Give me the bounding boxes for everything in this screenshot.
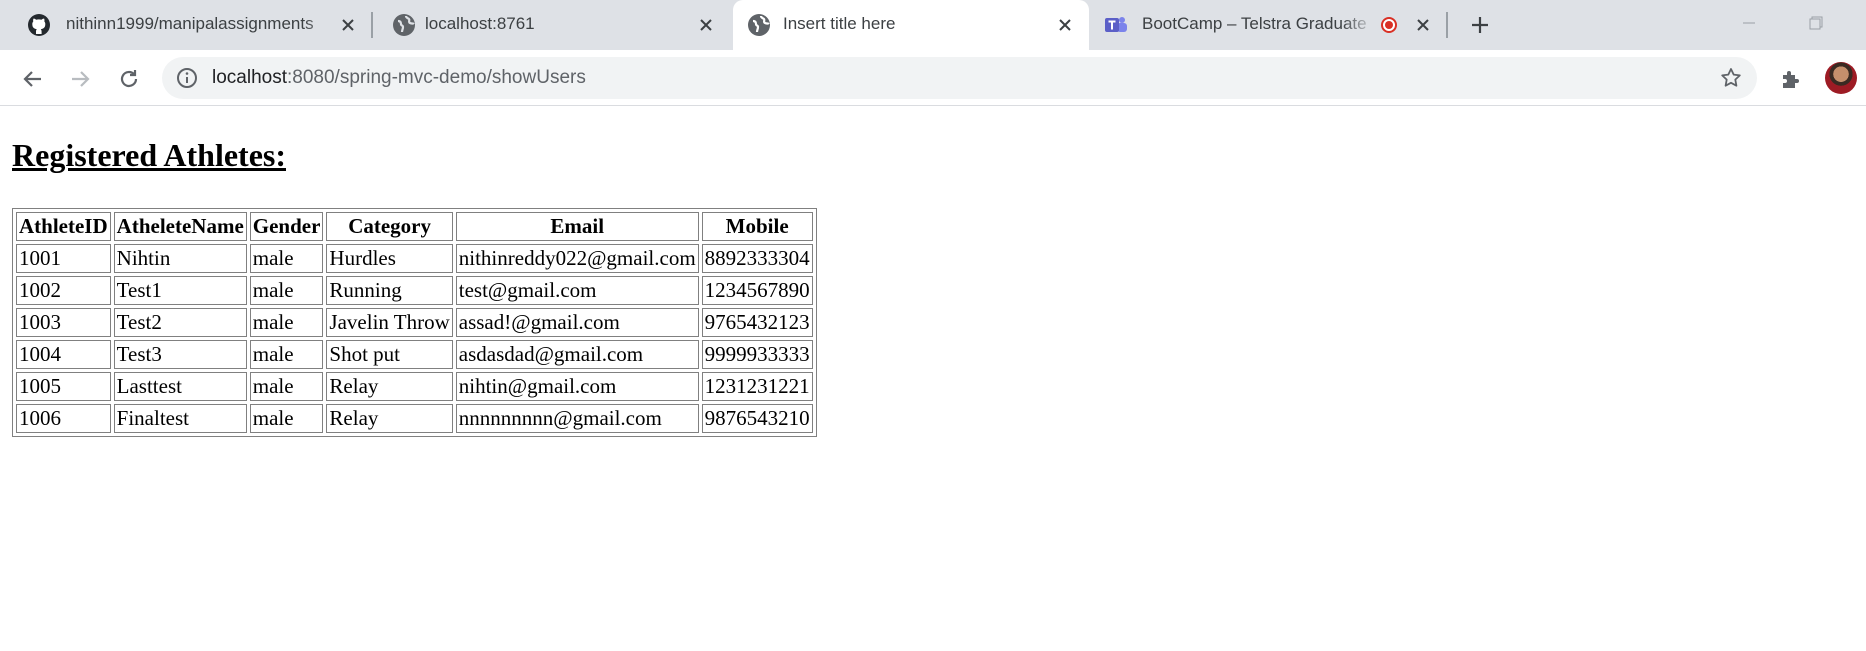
- tab-title: nithinn1999/manipalassignments: [66, 14, 314, 33]
- page-title: Registered Athletes:: [12, 137, 286, 173]
- close-tab-icon[interactable]: [1055, 15, 1075, 35]
- cell-athlete-id: 1005: [16, 372, 111, 401]
- cell-email: test@gmail.com: [455, 276, 699, 305]
- url-text[interactable]: localhost:8080/spring-mvc-demo/showUsers: [212, 67, 586, 89]
- address-bar[interactable]: localhost:8080/spring-mvc-demo/showUsers: [162, 57, 1757, 99]
- cell-athlete-id: 1001: [16, 244, 111, 273]
- back-arrow-icon[interactable]: [16, 62, 50, 96]
- globe-icon: [748, 14, 770, 36]
- cell-athlete-name: Nihtin: [113, 244, 247, 273]
- github-icon: [28, 14, 50, 36]
- cell-athlete-name: Finaltest: [113, 404, 247, 433]
- cell-email: asdasdad@gmail.com: [455, 340, 699, 369]
- cell-mobile: 8892333304: [701, 244, 813, 273]
- tab-localhost-8761[interactable]: localhost:8761: [374, 0, 728, 50]
- globe-icon: [393, 14, 415, 36]
- info-icon[interactable]: [176, 67, 198, 89]
- forward-arrow-icon[interactable]: [63, 62, 97, 96]
- cell-gender: male: [249, 244, 324, 273]
- cell-athlete-name: Test1: [113, 276, 247, 305]
- cell-mobile: 9765432123: [701, 308, 813, 337]
- cell-email: assad!@gmail.com: [455, 308, 699, 337]
- cell-athlete-id: 1006: [16, 404, 111, 433]
- athletes-table: AthleteID AtheleteName Gender Category E…: [12, 208, 817, 437]
- column-header: Gender: [249, 212, 324, 241]
- tab-title-fade: [304, 10, 338, 38]
- close-tab-icon[interactable]: [1413, 15, 1433, 35]
- restore-icon[interactable]: [1796, 8, 1836, 38]
- cell-mobile: 1234567890: [701, 276, 813, 305]
- cell-gender: male: [249, 404, 324, 433]
- close-tab-icon[interactable]: [338, 15, 358, 35]
- cell-mobile: 1231231221: [701, 372, 813, 401]
- tab-strip: nithinn1999/manipalassignments localhost…: [0, 0, 1866, 50]
- extensions-puzzle-icon[interactable]: [1774, 62, 1808, 96]
- cell-email: nithinreddy022@gmail.com: [455, 244, 699, 273]
- cell-gender: male: [249, 276, 324, 305]
- cell-category: Relay: [326, 372, 453, 401]
- profile-avatar[interactable]: [1825, 62, 1857, 94]
- column-header: AtheleteName: [113, 212, 247, 241]
- column-header: Mobile: [701, 212, 813, 241]
- cell-category: Shot put: [326, 340, 453, 369]
- new-tab-icon[interactable]: [1466, 11, 1494, 39]
- cell-category: Hurdles: [326, 244, 453, 273]
- cell-athlete-id: 1004: [16, 340, 111, 369]
- column-header: Category: [326, 212, 453, 241]
- url-host: localhost: [212, 67, 287, 88]
- cell-email: nihtin@gmail.com: [455, 372, 699, 401]
- cell-athlete-name: Test2: [113, 308, 247, 337]
- column-header: AthleteID: [16, 212, 111, 241]
- cell-athlete-id: 1002: [16, 276, 111, 305]
- bookmark-star-icon[interactable]: [1719, 66, 1743, 90]
- cell-mobile: 9999933333: [701, 340, 813, 369]
- tab-github[interactable]: nithinn1999/manipalassignments: [0, 0, 362, 50]
- table-row: 1004 Test3 male Shot put asdasdad@gmail.…: [16, 340, 813, 369]
- cell-athlete-name: Test3: [113, 340, 247, 369]
- table-row: 1001 Nihtin male Hurdles nithinreddy022@…: [16, 244, 813, 273]
- tab-insert-title[interactable]: Insert title here: [733, 0, 1089, 50]
- browser-toolbar: localhost:8080/spring-mvc-demo/showUsers: [0, 50, 1866, 106]
- tab-separator: [1446, 12, 1448, 38]
- cell-mobile: 9876543210: [701, 404, 813, 433]
- table-row: 1002 Test1 male Running test@gmail.com 1…: [16, 276, 813, 305]
- cell-email: nnnnnnnnn@gmail.com: [455, 404, 699, 433]
- close-tab-icon[interactable]: [696, 15, 716, 35]
- table-header-row: AthleteID AtheleteName Gender Category E…: [16, 212, 813, 241]
- cell-gender: male: [249, 372, 324, 401]
- table-row: 1005 Lasttest male Relay nihtin@gmail.co…: [16, 372, 813, 401]
- cell-gender: male: [249, 308, 324, 337]
- teams-icon: [1105, 17, 1127, 32]
- minimize-icon[interactable]: [1729, 8, 1769, 38]
- tab-title: localhost:8761: [425, 14, 535, 33]
- table-row: 1003 Test2 male Javelin Throw assad!@gma…: [16, 308, 813, 337]
- recording-icon: [1381, 17, 1397, 33]
- reload-icon[interactable]: [112, 62, 146, 96]
- cell-athlete-name: Lasttest: [113, 372, 247, 401]
- tab-title: BootCamp – Telstra Graduate: [1142, 14, 1367, 33]
- url-path: :8080/spring-mvc-demo/showUsers: [287, 67, 586, 88]
- cell-category: Relay: [326, 404, 453, 433]
- cell-gender: male: [249, 340, 324, 369]
- tab-title-fade: [1342, 10, 1376, 38]
- tab-teams-bootcamp[interactable]: BootCamp – Telstra Graduate: [1092, 0, 1454, 50]
- cell-athlete-id: 1003: [16, 308, 111, 337]
- page-content: Registered Athletes: AthleteID AtheleteN…: [0, 107, 1866, 651]
- table-row: 1006 Finaltest male Relay nnnnnnnnn@gmai…: [16, 404, 813, 433]
- tab-title: Insert title here: [783, 14, 896, 33]
- tab-separator: [371, 12, 373, 38]
- cell-category: Javelin Throw: [326, 308, 453, 337]
- cell-category: Running: [326, 276, 453, 305]
- column-header: Email: [455, 212, 699, 241]
